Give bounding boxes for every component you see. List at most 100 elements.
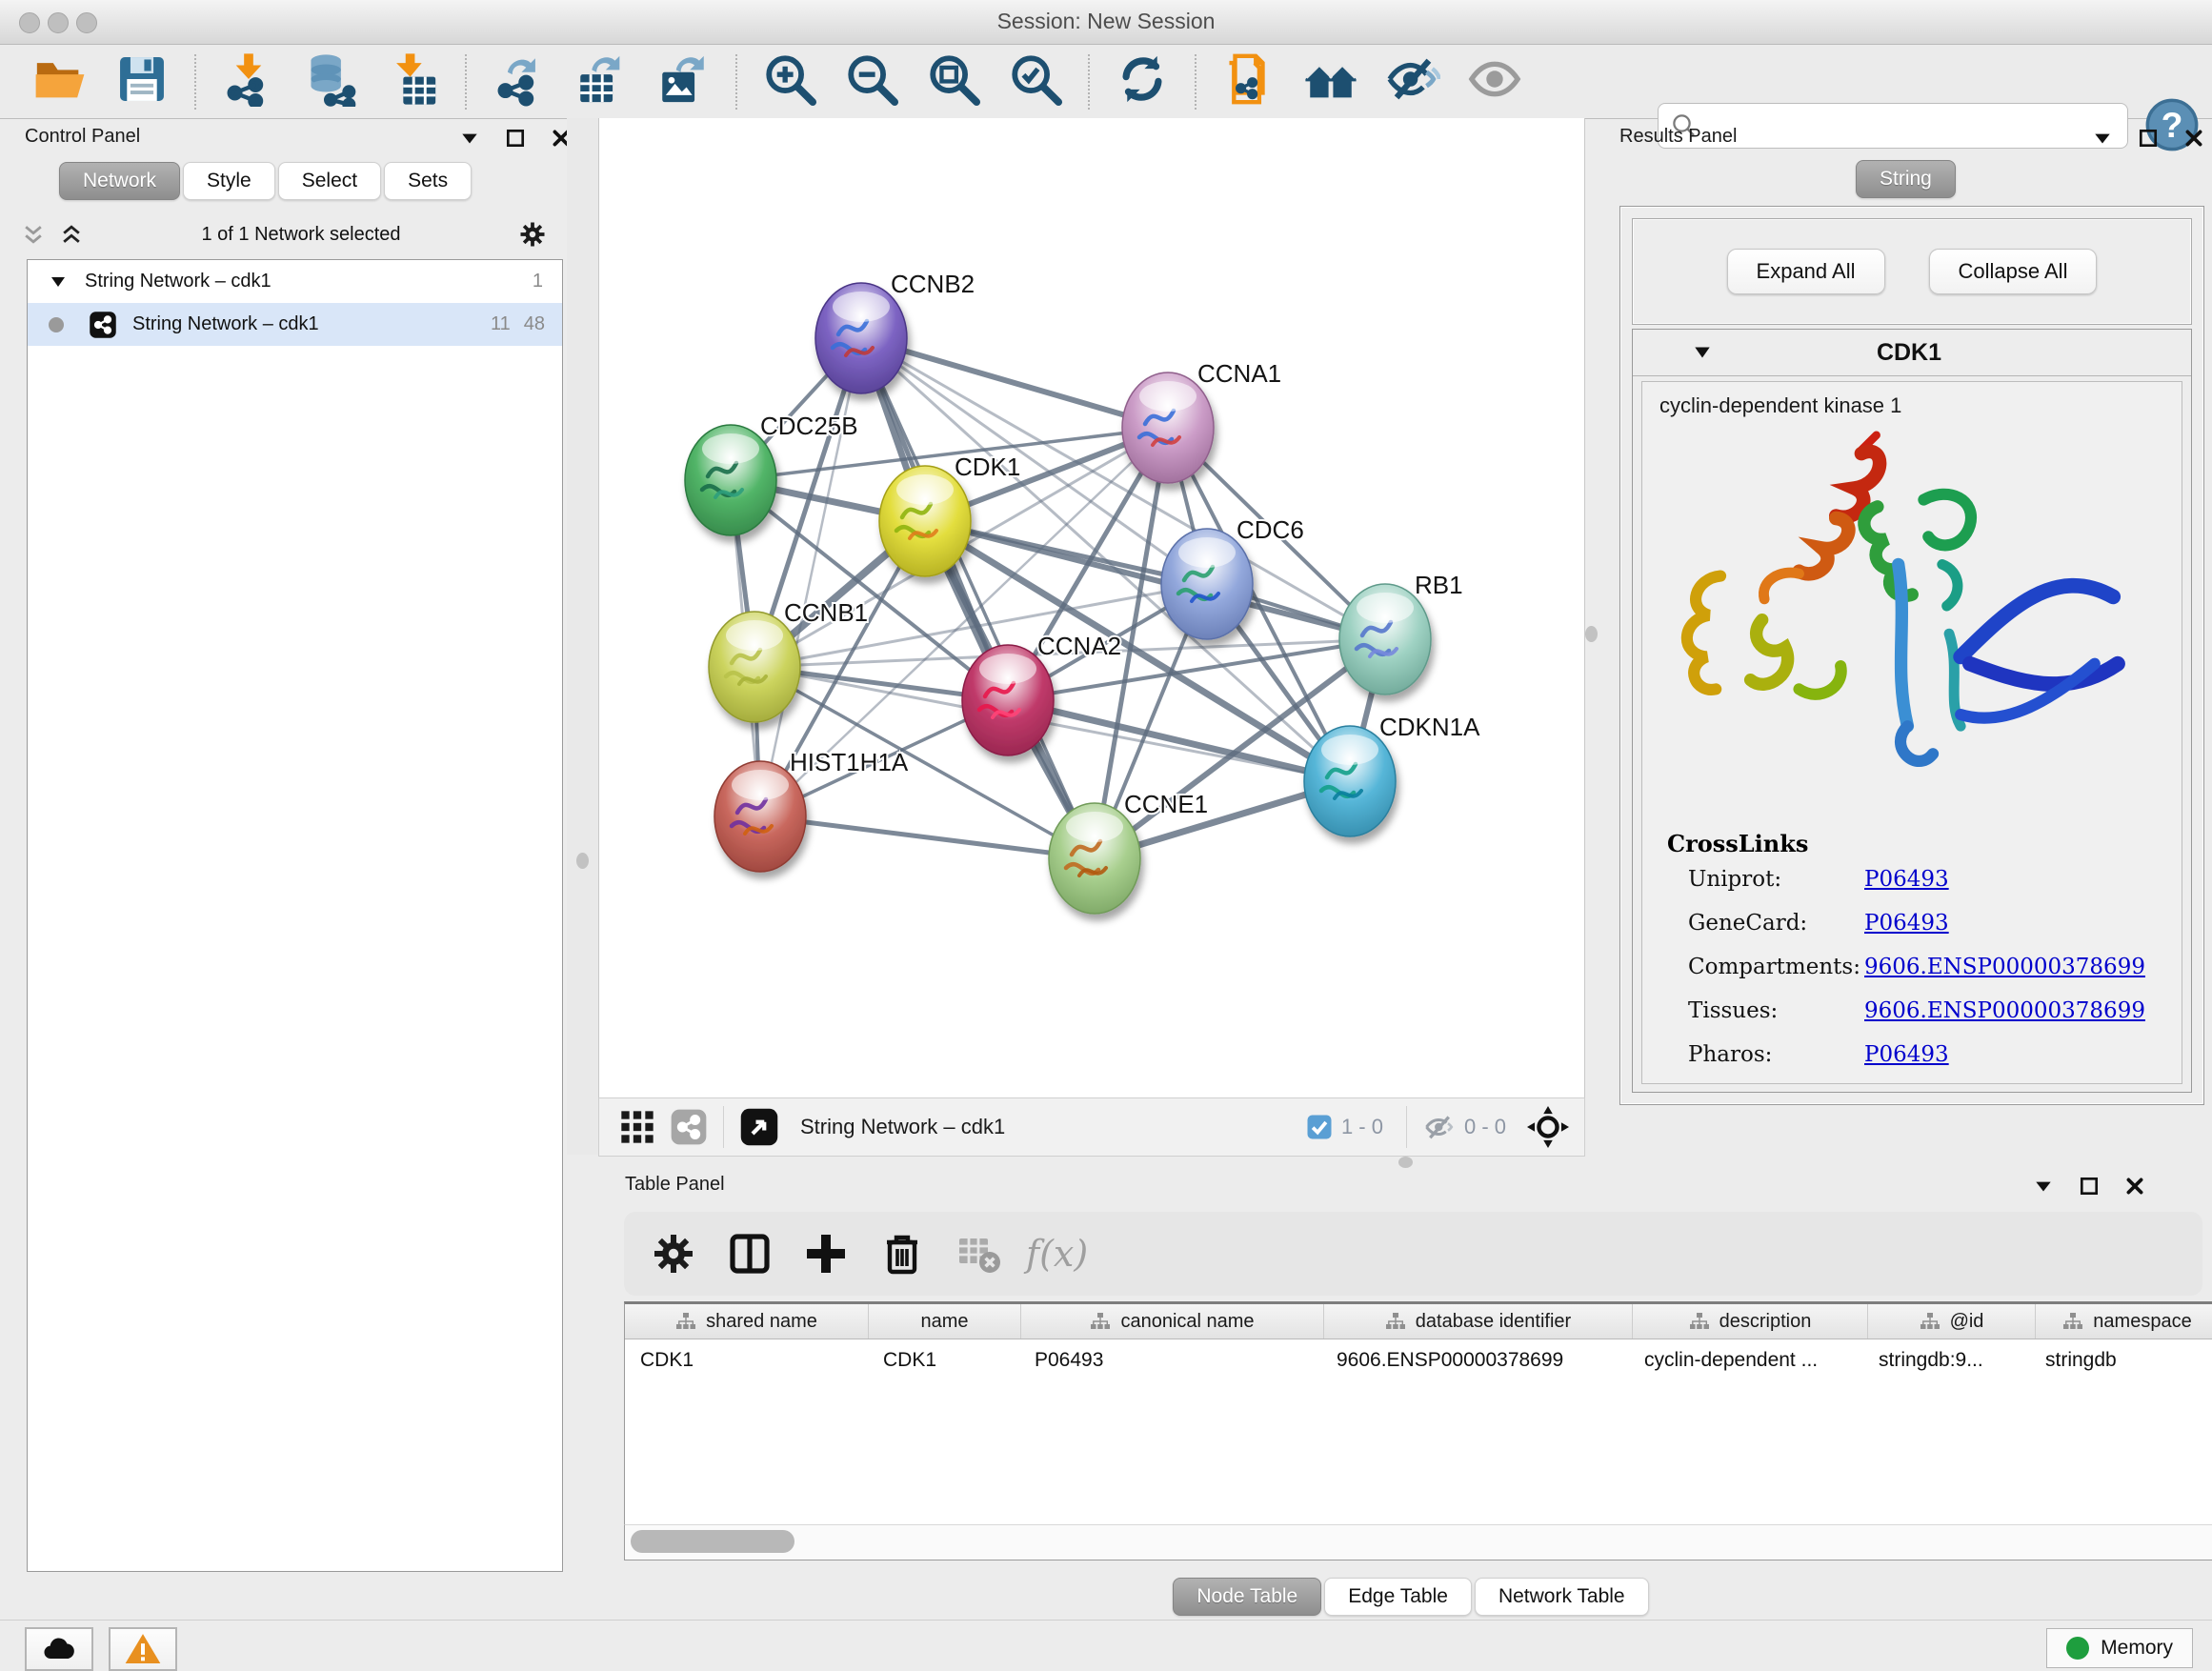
column-header-shared-name[interactable]: shared name	[625, 1304, 869, 1339]
save-session-button[interactable]	[114, 51, 170, 111]
tab-node-table[interactable]: Node Table	[1173, 1578, 1321, 1616]
crosslink-value-link[interactable]: 9606.ENSP00000378699	[1864, 955, 2145, 979]
table-cell[interactable]: stringdb:9...	[1863, 1349, 2030, 1372]
column-header--id[interactable]: @id	[1868, 1304, 2036, 1339]
tab-string[interactable]: String	[1856, 160, 1956, 198]
close-panel-icon[interactable]	[2183, 128, 2204, 149]
import-table-button[interactable]	[385, 51, 440, 111]
node-CDK1[interactable]: CDK1	[879, 453, 1020, 576]
node-CDKN1A[interactable]: CDKN1A	[1304, 713, 1480, 836]
show-all-button[interactable]	[1467, 51, 1522, 111]
network-collection-row[interactable]: String Network – cdk1 1	[28, 260, 562, 303]
node-CCNA1[interactable]: CCNA1	[1122, 359, 1281, 483]
warnings-button[interactable]	[109, 1627, 177, 1671]
tab-select[interactable]: Select	[278, 162, 381, 200]
tab-style[interactable]: Style	[183, 162, 275, 200]
export-table-button[interactable]	[573, 51, 629, 111]
table-cell[interactable]: P06493	[1019, 1349, 1321, 1372]
tab-network-table[interactable]: Network Table	[1475, 1578, 1649, 1616]
grid-mode-icon[interactable]	[618, 1108, 656, 1146]
float-panel-icon[interactable]	[505, 128, 526, 149]
column-header-database-identifier[interactable]: database identifier	[1324, 1304, 1633, 1339]
node-CDC6[interactable]: CDC6	[1161, 515, 1304, 639]
gear-icon[interactable]	[518, 220, 547, 249]
node-table[interactable]: shared namenamecanonical namedatabase id…	[624, 1301, 2212, 1528]
crosslink-value-link[interactable]: P06493	[1864, 911, 1949, 936]
cloud-button[interactable]	[25, 1627, 93, 1671]
table-horizontal-scrollbar[interactable]	[624, 1524, 2212, 1560]
panel-menu-icon[interactable]	[2092, 128, 2113, 149]
node-CCNB2[interactable]: CCNB2	[815, 270, 975, 393]
table-row[interactable]: CDK1CDK1P064939606.ENSP00000378699cyclin…	[625, 1339, 2212, 1381]
first-neighbors-button[interactable]	[1303, 51, 1358, 111]
table-cell[interactable]: CDK1	[868, 1349, 1019, 1372]
selected-checkbox-icon[interactable]	[1305, 1113, 1334, 1141]
expand-all-icon[interactable]	[59, 222, 84, 247]
column-header-namespace[interactable]: namespace	[2036, 1304, 2212, 1339]
status-separator	[723, 1106, 724, 1148]
crosslink-label: Tissues:	[1688, 998, 1864, 1023]
show-columns-icon[interactable]	[727, 1231, 773, 1277]
float-panel-icon[interactable]	[2138, 128, 2159, 149]
edge-HIST1H1A-CCNE1[interactable]	[760, 816, 1095, 858]
protein-section-header[interactable]: CDK1	[1633, 330, 2191, 376]
open-session-button[interactable]	[32, 51, 88, 111]
node-RB1[interactable]: RB1	[1339, 571, 1463, 695]
birdseye-toggle-icon[interactable]	[739, 1107, 779, 1147]
memory-button[interactable]: Memory	[2046, 1628, 2193, 1668]
import-network-button[interactable]	[221, 51, 276, 111]
collapse-all-icon[interactable]	[21, 222, 46, 247]
node-CCNB1[interactable]: CCNB1	[709, 598, 868, 722]
export-image-button[interactable]	[655, 51, 711, 111]
disclosure-triangle-icon[interactable]	[1692, 342, 1713, 363]
tab-edge-table[interactable]: Edge Table	[1324, 1578, 1472, 1616]
table-cell[interactable]: cyclin-dependent ...	[1629, 1349, 1863, 1372]
close-panel-icon[interactable]	[2124, 1176, 2145, 1197]
column-header-canonical-name[interactable]: canonical name	[1021, 1304, 1324, 1339]
right-splitter-handle[interactable]	[1585, 626, 1598, 642]
node-HIST1H1A[interactable]: HIST1H1A	[714, 748, 909, 872]
table-gear-icon[interactable]	[651, 1231, 696, 1277]
edge-CDK1-RB1[interactable]	[925, 521, 1385, 639]
crosslink-value-link[interactable]: 9606.ENSP00000378699	[1864, 998, 2145, 1023]
network-graph[interactable]: CCNB2CCNA1CDC25BCDK1CDC6RB1CCNB1CCNA2CDK…	[599, 118, 1584, 1097]
horizontal-splitter-handle[interactable]	[1398, 1157, 1413, 1168]
clone-network-button[interactable]	[1221, 51, 1277, 111]
crosslink-value-link[interactable]: P06493	[1864, 1042, 1949, 1067]
import-network-from-database-button[interactable]	[303, 51, 358, 111]
delete-column-icon[interactable]	[879, 1231, 925, 1277]
panel-menu-icon[interactable]	[459, 128, 480, 149]
network-row[interactable]: String Network – cdk1 11 48	[28, 303, 562, 346]
network-mode-icon[interactable]	[670, 1108, 708, 1146]
zoom-selected-button[interactable]	[1008, 51, 1063, 111]
expand-all-button[interactable]: Expand All	[1727, 249, 1885, 294]
left-splitter[interactable]	[567, 118, 598, 1155]
zoom-fit-button[interactable]	[926, 51, 981, 111]
zoom-in-button[interactable]	[762, 51, 817, 111]
column-header-description[interactable]: description	[1633, 1304, 1868, 1339]
edge-CCNB2-CCNA1[interactable]	[861, 338, 1168, 428]
table-cell[interactable]: CDK1	[625, 1349, 868, 1372]
scrollbar-thumb[interactable]	[631, 1530, 794, 1553]
apply-layout-button[interactable]	[1115, 51, 1170, 111]
collapse-all-button[interactable]: Collapse All	[1929, 249, 2098, 294]
add-column-icon[interactable]	[803, 1231, 849, 1277]
left-splitter-handle[interactable]	[576, 853, 589, 869]
panel-menu-icon[interactable]	[2033, 1176, 2054, 1197]
table-cell[interactable]: 9606.ENSP00000378699	[1321, 1349, 1629, 1372]
crosslink-value-link[interactable]: P06493	[1864, 867, 1949, 892]
edge-CCNB2-CCNE1[interactable]	[861, 338, 1095, 858]
fit-content-crosshair-icon[interactable]	[1527, 1106, 1569, 1148]
disclosure-triangle-icon[interactable]	[49, 272, 68, 292]
float-panel-icon[interactable]	[2079, 1176, 2100, 1197]
hide-selected-button[interactable]	[1385, 51, 1440, 111]
tab-sets[interactable]: Sets	[384, 162, 472, 200]
table-cell[interactable]: stringdb	[2030, 1349, 2212, 1372]
network-canvas[interactable]: CCNB2CCNA1CDC25BCDK1CDC6RB1CCNB1CCNA2CDK…	[598, 118, 1585, 1097]
column-header-name[interactable]: name	[869, 1304, 1021, 1339]
tab-network[interactable]: Network	[59, 162, 180, 200]
zoom-out-button[interactable]	[844, 51, 899, 111]
edge-CCNB2-HIST1H1A[interactable]	[760, 338, 861, 816]
search-input[interactable]	[1706, 112, 2127, 139]
export-network-button[interactable]	[492, 51, 547, 111]
